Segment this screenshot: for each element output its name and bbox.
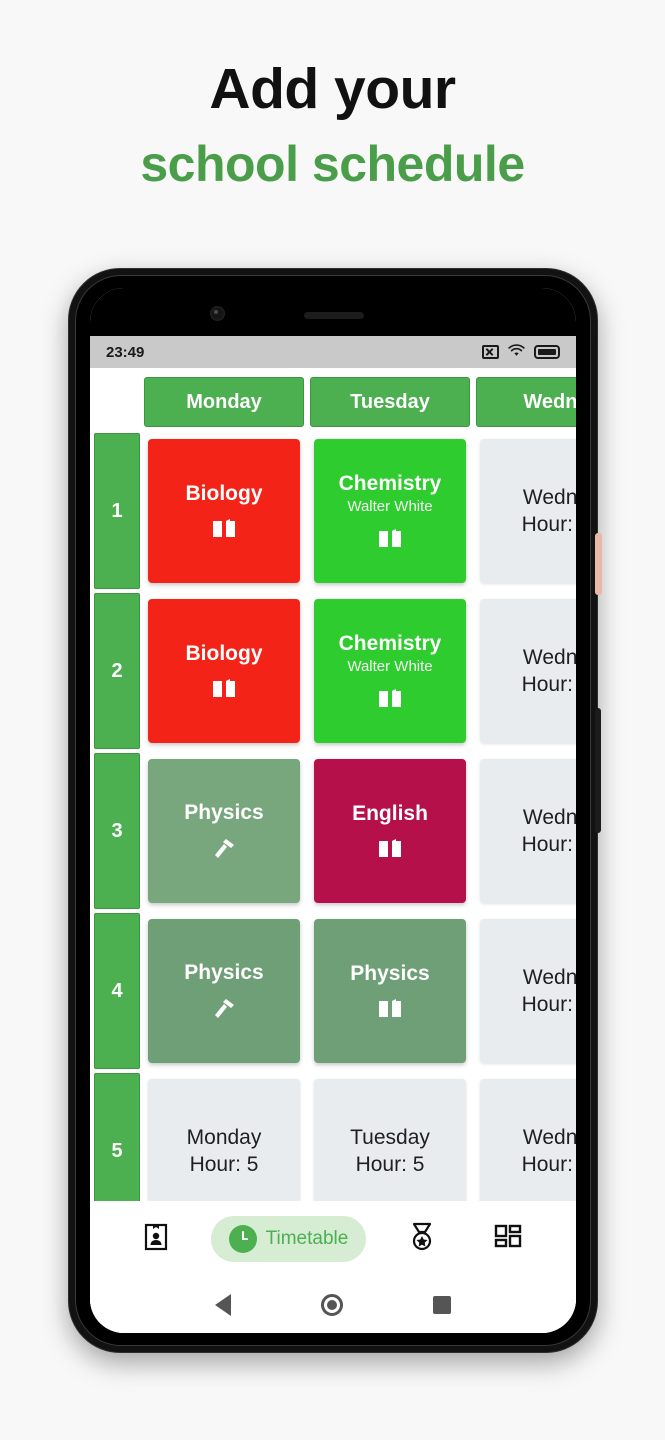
book-icon	[377, 998, 403, 1020]
day-header-monday[interactable]: Monday	[144, 377, 304, 427]
day-column-wednesday: Wedne Hour: 1 Wedne Hour: 2 Wedne Hour: …	[476, 433, 576, 1201]
lesson-subject: Biology	[185, 641, 263, 665]
empty-slot-day: Tuesday	[350, 1125, 430, 1149]
empty-slot-card[interactable]: Wedne Hour: 1	[480, 439, 576, 583]
phone-screen: 23:49 Monday Tuesday Wedne	[90, 288, 576, 1333]
lesson-card[interactable]: English	[314, 759, 466, 903]
medal-icon	[409, 1222, 435, 1257]
wifi-icon	[508, 344, 525, 360]
empty-slot-day: Wedne	[522, 1125, 576, 1149]
lesson-subject: Chemistry	[338, 471, 442, 495]
lesson-card[interactable]: Physics	[148, 759, 300, 903]
day-header-row: Monday Tuesday Wedne	[90, 368, 576, 433]
lesson-card[interactable]: Chemistry Walter White	[314, 439, 466, 583]
empty-slot-card[interactable]: Wedne Hour: 5	[480, 1079, 576, 1201]
lesson-subject: Chemistry	[338, 631, 442, 655]
lesson-subject: Physics	[184, 960, 264, 984]
empty-slot-card[interactable]: Wedne Hour: 4	[480, 919, 576, 1063]
day-column-tuesday: Chemistry Walter White Chemistry Walter …	[310, 433, 470, 1201]
promo-heading: Add your school schedule	[0, 0, 665, 192]
bottom-navigation: Timetable	[90, 1201, 576, 1277]
empty-slot-card[interactable]: Wedne Hour: 2	[480, 599, 576, 743]
day-header-wednesday[interactable]: Wedne	[476, 377, 576, 427]
empty-slot-hour: Hour: 5	[189, 1153, 259, 1176]
day-header-tuesday[interactable]: Tuesday	[310, 377, 470, 427]
lesson-teacher: Walter White	[347, 498, 433, 516]
lesson-teacher: Walter White	[347, 658, 433, 676]
volume-rocker-button[interactable]	[595, 708, 601, 833]
lesson-subject: Biology	[185, 481, 263, 505]
day-column-monday: Biology Biology Physics Physics Monday H…	[144, 433, 304, 1201]
empty-slot-hour: Hour: 5	[355, 1153, 425, 1176]
nav-item-timetable[interactable]: Timetable	[210, 1216, 367, 1262]
hour-cell-2: 2	[94, 593, 140, 749]
hammer-icon	[211, 997, 237, 1021]
empty-slot-hour: Hour: 1	[521, 513, 576, 536]
empty-slot-day: Monday	[186, 1125, 262, 1149]
empty-slot-day: Wedne	[522, 645, 576, 669]
dashboard-grid-icon	[494, 1224, 522, 1255]
contact-card-icon	[144, 1223, 168, 1256]
lesson-subject: English	[352, 801, 428, 825]
lesson-card[interactable]: Biology	[148, 599, 300, 743]
status-time: 23:49	[106, 343, 145, 361]
status-bar: 23:49	[90, 336, 576, 368]
sim-off-icon	[482, 345, 499, 359]
book-icon	[211, 678, 237, 700]
lesson-card[interactable]: Chemistry Walter White	[314, 599, 466, 743]
empty-slot-hour: Hour: 5	[521, 1153, 576, 1176]
empty-slot-day: Wedne	[522, 965, 576, 989]
earpiece-speaker-icon	[304, 312, 364, 319]
hour-cell-3: 3	[94, 753, 140, 909]
back-button[interactable]	[215, 1294, 231, 1316]
screen-top-bezel	[90, 288, 576, 336]
phone-mockup: 23:49 Monday Tuesday Wedne	[68, 268, 602, 1353]
lesson-subject: Physics	[184, 800, 264, 824]
book-icon	[377, 528, 403, 550]
hour-cell-4: 4	[94, 913, 140, 1069]
hour-cell-5: 5	[94, 1073, 140, 1201]
lesson-card[interactable]: Physics	[148, 919, 300, 1063]
empty-slot-day: Wedne	[522, 805, 576, 829]
status-icon-group	[482, 344, 560, 360]
promo-line-1: Add your	[209, 57, 456, 121]
hour-cell-1: 1	[94, 433, 140, 589]
empty-slot-day: Wedne	[522, 485, 576, 509]
book-icon	[377, 838, 403, 860]
android-navigation-bar	[90, 1277, 576, 1333]
lesson-card[interactable]: Physics	[314, 919, 466, 1063]
hammer-icon	[211, 837, 237, 861]
empty-slot-hour: Hour: 2	[521, 673, 576, 696]
nav-item-label: Timetable	[265, 1228, 349, 1249]
home-button[interactable]	[321, 1294, 343, 1316]
book-icon	[211, 518, 237, 540]
empty-slot-hour: Hour: 4	[521, 993, 576, 1016]
nav-item-grades[interactable]	[393, 1213, 451, 1266]
power-button[interactable]	[595, 533, 602, 595]
hour-column: 1 2 3 4 5	[90, 433, 140, 1201]
battery-icon	[534, 345, 560, 359]
empty-slot-card[interactable]: Wedne Hour: 3	[480, 759, 576, 903]
promo-line-2: school schedule	[140, 135, 525, 192]
empty-slot-card[interactable]: Tuesday Hour: 5	[314, 1079, 466, 1201]
nav-item-dashboard[interactable]	[478, 1215, 538, 1264]
nav-item-teachers[interactable]	[128, 1214, 184, 1265]
lesson-card[interactable]: Biology	[148, 439, 300, 583]
lesson-subject: Physics	[350, 961, 430, 985]
timetable-grid: 1 2 3 4 5 Biology Biology Physics Physic…	[90, 433, 576, 1201]
app-content: Monday Tuesday Wedne 1 2 3 4 5	[90, 368, 576, 1333]
empty-slot-hour: Hour: 3	[521, 833, 576, 856]
day-columns: Biology Biology Physics Physics Monday H…	[140, 433, 576, 1201]
recents-button[interactable]	[433, 1296, 451, 1314]
book-icon	[377, 688, 403, 710]
clock-icon	[228, 1225, 257, 1253]
front-camera-icon	[210, 306, 225, 321]
empty-slot-card[interactable]: Monday Hour: 5	[148, 1079, 300, 1201]
